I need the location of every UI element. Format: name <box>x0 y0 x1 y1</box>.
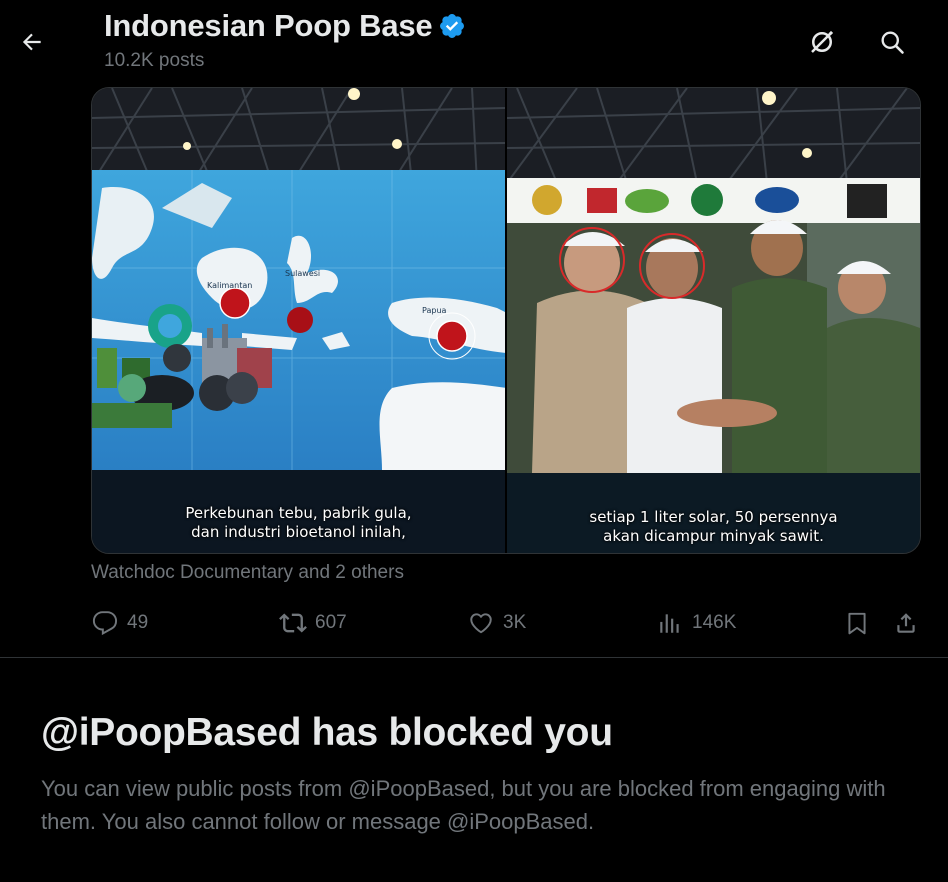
repost-count: 607 <box>315 612 347 633</box>
heart-icon <box>467 609 495 637</box>
profile-name: Indonesian Poop Base <box>104 8 466 44</box>
post-action-bar: 49 607 3K 146K <box>91 605 931 641</box>
reply-count: 49 <box>127 612 149 633</box>
post-count: 10.2K posts <box>104 50 205 71</box>
search-button[interactable] <box>872 22 912 62</box>
section-divider <box>0 657 948 658</box>
back-button[interactable] <box>12 22 52 62</box>
bookmark-button[interactable] <box>843 605 879 641</box>
media-image-left[interactable]: Kalimantan Sulawesi Papua Perkebunan teb… <box>92 88 507 553</box>
media-image-right[interactable]: setiap 1 liter solar, 50 persennya akan … <box>507 88 920 553</box>
back-arrow-icon <box>22 33 41 51</box>
search-icon <box>881 31 904 54</box>
verified-badge-icon[interactable] <box>438 12 466 40</box>
repost-button[interactable]: 607 <box>279 605 347 641</box>
map-label-sulawesi: Sulawesi <box>285 269 320 278</box>
views-button[interactable]: 146K <box>656 605 736 641</box>
no-follow-button[interactable] <box>802 22 842 62</box>
bookmark-icon <box>843 609 871 637</box>
blocked-title: @iPoopBased has blocked you <box>41 711 613 754</box>
map-label-papua: Papua <box>422 306 447 315</box>
blocked-description: You can view public posts from @iPoopBas… <box>41 776 886 834</box>
profile-name-text: Indonesian Poop Base <box>104 8 433 43</box>
right-caption-line1: setiap 1 liter solar, 50 persennya <box>589 508 838 526</box>
reply-button[interactable]: 49 <box>91 605 148 641</box>
left-caption: Perkebunan tebu, pabrik gula, dan indust… <box>92 504 505 542</box>
share-button[interactable] <box>892 605 928 641</box>
views-chart-icon <box>656 609 684 637</box>
media-attribution-link[interactable]: Watchdoc Documentary and 2 others <box>91 562 404 584</box>
map-label-kalimantan: Kalimantan <box>207 281 252 290</box>
repost-icon <box>279 609 307 637</box>
like-count: 3K <box>503 612 527 633</box>
right-caption: setiap 1 liter solar, 50 persennya akan … <box>507 508 920 546</box>
left-caption-line1: Perkebunan tebu, pabrik gula, <box>185 504 412 522</box>
header-title-block: Indonesian Poop Base 10.2K posts <box>104 8 466 72</box>
like-button[interactable]: 3K <box>467 605 526 641</box>
left-caption-line2: dan industri bioetanol inilah, <box>191 523 406 541</box>
post-media[interactable]: Kalimantan Sulawesi Papua Perkebunan teb… <box>91 87 921 554</box>
reply-icon <box>91 609 119 637</box>
right-caption-line2: akan dicampur minyak sawit. <box>603 527 824 545</box>
no-follow-icon <box>811 30 834 53</box>
share-icon <box>892 609 920 637</box>
profile-header: Indonesian Poop Base 10.2K posts <box>0 0 948 86</box>
views-count: 146K <box>692 612 737 633</box>
